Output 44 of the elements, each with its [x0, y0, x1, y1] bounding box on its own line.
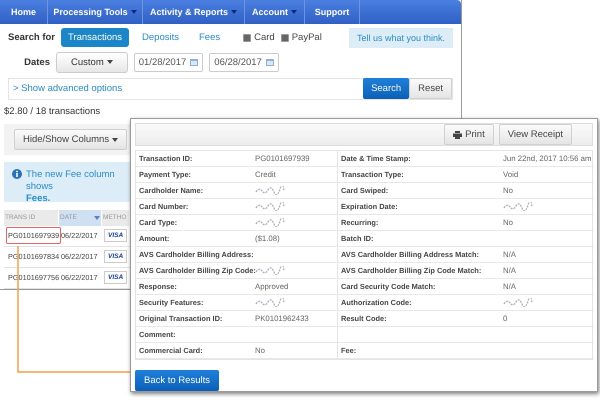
search-tab[interactable]: Deposits [135, 28, 186, 48]
search-tab[interactable]: Fees [192, 28, 228, 48]
info-icon [12, 168, 22, 179]
checkbox-icon[interactable] [280, 34, 289, 42]
search-tab[interactable]: Transactions [61, 28, 130, 48]
date-field[interactable]: 01/28/2017 [134, 52, 204, 72]
print-button[interactable]: Print [444, 124, 494, 145]
filter-checkbox[interactable]: Card [243, 32, 275, 44]
back-to-results-button[interactable]: Back to Results [135, 370, 219, 391]
redacted-value-icon [255, 202, 285, 211]
caret-icon [231, 10, 238, 14]
nav-item[interactable]: Activity & Reports [143, 0, 245, 24]
view-receipt-button[interactable]: View Receipt [498, 124, 572, 145]
redacted-value-icon [503, 298, 533, 307]
caret-icon [291, 10, 297, 14]
caret-icon [130, 10, 137, 14]
search-button[interactable]: Search [363, 78, 410, 100]
transactions-summary: $2.80 / 18 transactions [3, 106, 102, 118]
nav-item[interactable]: Support [305, 0, 360, 24]
printer-icon [453, 130, 462, 138]
redacted-value-icon [255, 218, 285, 227]
nav-item[interactable]: Account [245, 0, 305, 24]
feedback-button[interactable]: Tell us what you think. [348, 28, 453, 48]
advanced-options-link[interactable]: > Show advanced options [13, 83, 122, 94]
caret-icon [106, 60, 113, 64]
redacted-value-icon [503, 202, 533, 211]
redacted-value-icon [255, 266, 285, 275]
checkbox-icon[interactable] [243, 34, 252, 42]
columns-button[interactable]: Hide/Show Columns [14, 129, 128, 150]
redacted-value-icon [255, 186, 285, 195]
caret-icon [94, 216, 100, 220]
calendar-icon [266, 58, 274, 66]
search-for-label: Search for [8, 32, 55, 44]
info-message: The new Fee column shows Fees. [26, 168, 116, 205]
redacted-value-icon [255, 298, 285, 307]
reset-button[interactable]: Reset [409, 78, 452, 100]
calendar-icon [190, 58, 198, 66]
nav-item[interactable]: Processing Tools [48, 0, 143, 24]
dates-label: Dates [23, 56, 50, 68]
filter-checkbox[interactable]: PayPal [280, 32, 322, 44]
date-range-dropdown[interactable]: Custom [56, 52, 128, 73]
caret-icon [112, 138, 118, 142]
date-field[interactable]: 06/28/2017 [209, 52, 279, 72]
nav-item[interactable]: Home [0, 0, 48, 24]
